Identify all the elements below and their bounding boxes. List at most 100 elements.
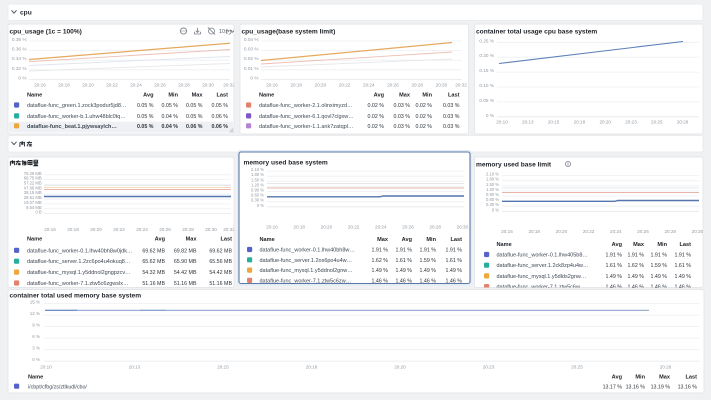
svg-text:20:20: 20:20: [556, 229, 568, 234]
svg-text:69.62 MB: 69.62 MB: [142, 248, 165, 254]
svg-text:1.91 %: 1.91 %: [651, 253, 668, 259]
svg-text:Last: Last: [448, 93, 460, 99]
svg-text:1.91 %: 1.91 %: [372, 248, 389, 254]
svg-text:1.91 %: 1.91 %: [396, 248, 413, 254]
svg-text:1.49 %: 1.49 %: [420, 268, 437, 274]
svg-text:65.56 MB: 65.56 MB: [209, 259, 232, 265]
svg-text:10: 10: [219, 29, 225, 35]
svg-text:1.62 %: 1.62 %: [628, 263, 645, 269]
svg-text:51.16 MB: 51.16 MB: [209, 281, 232, 287]
svg-text:0 %: 0 %: [492, 207, 499, 212]
svg-text:0.36 %: 0.36 %: [12, 47, 27, 52]
svg-text:0.38 %: 0.38 %: [12, 37, 27, 42]
svg-text:0 %: 0 %: [18, 75, 26, 80]
svg-text:Min: Min: [168, 93, 178, 99]
svg-text:Avg: Avg: [402, 237, 413, 243]
svg-text:0 %: 0 %: [250, 75, 258, 80]
svg-text:dataflue-func_beat.1.pjywsaylc: dataflue-func_beat.1.pjywsaylch…: [27, 124, 117, 130]
svg-text:13.16 %: 13.16 %: [678, 385, 698, 391]
svg-text:20:22: 20:22: [583, 229, 595, 234]
svg-text:1.62 %: 1.62 %: [372, 258, 389, 264]
svg-text:dataflue-func_worker-6.1.qovl7: dataflue-func_worker-6.1.qovl7clgxw…: [259, 114, 354, 120]
svg-text:dataflue-func_server.1.2ck8zp4: dataflue-func_server.1.2ck8zp4u4w…: [497, 263, 589, 269]
svg-text:1.59 %: 1.59 %: [420, 258, 437, 264]
svg-text:1.49 %: 1.49 %: [446, 268, 463, 274]
svg-text:20:16: 20:16: [501, 229, 513, 234]
svg-text:0.20 %: 0.20 %: [479, 53, 494, 58]
svg-text:1.49 %: 1.49 %: [396, 268, 413, 274]
svg-text:20:24: 20:24: [375, 225, 387, 230]
svg-text:20:28: 20:28: [182, 227, 194, 232]
svg-text:0.05 %: 0.05 %: [479, 98, 494, 103]
svg-text:Max: Max: [659, 375, 671, 381]
svg-text:6 %: 6 %: [32, 334, 40, 339]
svg-text:20:26: 20:26: [387, 83, 399, 88]
svg-text:20:18: 20:18: [528, 229, 540, 234]
svg-text:51.16 MB: 51.16 MB: [174, 281, 197, 287]
svg-text:20:28: 20:28: [660, 365, 672, 370]
svg-text:20:26: 20:26: [154, 83, 166, 88]
svg-text:20:16: 20:16: [266, 83, 278, 88]
svg-text:0.01 %: 0.01 %: [244, 66, 259, 71]
svg-text:0.06 %: 0.06 %: [212, 114, 229, 120]
svg-text:65.90 MB: 65.90 MB: [174, 259, 197, 265]
svg-text:1.49 %: 1.49 %: [651, 274, 668, 280]
svg-text:i/cbpt/cfbg/zs/ztlkudl/cbo/: i/cbpt/cfbg/zs/ztlkudl/cbo/: [28, 385, 87, 391]
svg-text:dataflue-func_mysql.1.y5ddnol2: dataflue-func_mysql.1.y5ddnol2gngpzcv…: [27, 270, 131, 276]
svg-text:Avg: Avg: [374, 93, 385, 99]
svg-text:0.05 %: 0.05 %: [137, 103, 154, 109]
svg-text:Name: Name: [27, 93, 42, 99]
svg-text:20:16: 20:16: [44, 227, 56, 232]
svg-text:0 %: 0 %: [486, 113, 494, 118]
svg-text:65.62 MB: 65.62 MB: [142, 259, 165, 265]
svg-text:20:20: 20:20: [394, 365, 406, 370]
svg-text:cpu: cpu: [20, 10, 32, 17]
svg-text:1.91 %: 1.91 %: [420, 248, 437, 254]
svg-text:20:15: 20:15: [548, 120, 560, 125]
svg-text:0.03 %: 0.03 %: [443, 114, 460, 120]
svg-text:20:13: 20:13: [129, 365, 141, 370]
svg-text:20:26: 20:26: [637, 229, 649, 234]
svg-text:Last: Last: [220, 237, 232, 243]
svg-text:Last: Last: [216, 93, 228, 99]
svg-text:dataflue-func_worker-7.1.ztw5c: dataflue-func_worker-7.1.ztw5c6zgwslx…: [27, 281, 129, 287]
svg-text:0.05 %: 0.05 %: [137, 114, 154, 120]
svg-text:20:22: 20:22: [113, 227, 125, 232]
svg-text:20:18: 20:18: [58, 83, 70, 88]
svg-text:0.02 %: 0.02 %: [416, 114, 433, 120]
svg-text:54.32 MB: 54.32 MB: [142, 270, 165, 276]
svg-text:dataflue-func_worker-2.1.olinx: dataflue-func_worker-2.1.olinximyzd…: [259, 103, 353, 109]
svg-text:0.05 %: 0.05 %: [186, 103, 203, 109]
svg-text:20:30: 20:30: [436, 83, 448, 88]
svg-text:20:18: 20:18: [306, 365, 318, 370]
svg-text:Min: Min: [426, 237, 436, 243]
svg-text:memory used base limit: memory used base limit: [476, 162, 552, 169]
svg-text:20:18: 20:18: [293, 225, 305, 230]
svg-text:0.03 %: 0.03 %: [394, 124, 411, 130]
svg-text:0.03 %: 0.03 %: [394, 114, 411, 120]
svg-text:dataflue-func_worker-0.1.lhw40: dataflue-func_worker-0.1.lhw40bh8w0jdk…: [27, 248, 132, 254]
svg-text:dataflue-func_worker-7.1.ztw5c: dataflue-func_worker-7.1.ztw5c6zw…: [260, 278, 352, 284]
svg-text:Last: Last: [450, 237, 462, 243]
svg-text:Name: Name: [259, 93, 274, 99]
svg-text:20:13: 20:13: [522, 120, 534, 125]
svg-text:1.49 %: 1.49 %: [606, 274, 623, 280]
svg-text:1.91 %: 1.91 %: [606, 253, 623, 259]
svg-text:1.61 %: 1.61 %: [396, 258, 413, 264]
svg-text:15 %: 15 %: [30, 300, 40, 305]
svg-text:20:10: 20:10: [40, 365, 52, 370]
svg-text:0.02 %: 0.02 %: [416, 103, 433, 109]
svg-text:dataflue-func_worker-0.1.lhw40: dataflue-func_worker-0.1.lhw405b8…: [497, 253, 588, 259]
svg-text:0.15 %: 0.15 %: [479, 68, 494, 73]
svg-text:20:30: 20:30: [205, 227, 217, 232]
svg-text:0.34 %: 0.34 %: [12, 56, 27, 61]
svg-text:20:32: 20:32: [223, 227, 235, 232]
svg-text:0.02 %: 0.02 %: [368, 103, 385, 109]
svg-text:Max: Max: [633, 242, 645, 248]
svg-text:20:16: 20:16: [266, 225, 278, 230]
svg-text:0.02 %: 0.02 %: [368, 114, 385, 120]
svg-text:Name: Name: [27, 237, 42, 243]
svg-text:0.05 %: 0.05 %: [186, 114, 203, 120]
svg-text:20:30: 20:30: [692, 229, 704, 234]
svg-text:Avg: Avg: [143, 93, 154, 99]
